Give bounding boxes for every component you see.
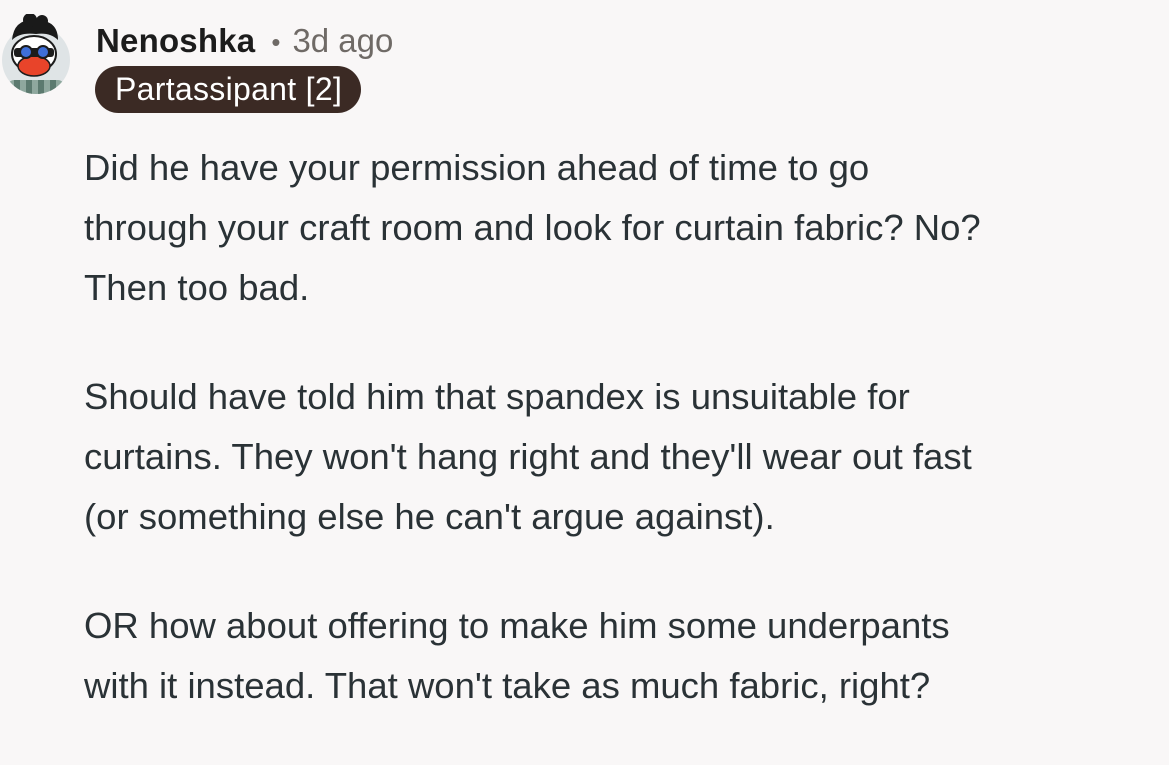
comment-line: curtains. They won't hang right and they… [84, 436, 972, 477]
comment-line: (or something else he can't argue agains… [84, 496, 775, 537]
user-flair-badge: Partassipant [2] [95, 66, 362, 113]
meta-separator: • [271, 26, 281, 57]
user-avatar[interactable] [0, 13, 72, 94]
comment-meta: Nenoshka • 3d ago [96, 20, 393, 62]
comment-line: Should have told him that spandex is uns… [84, 376, 910, 417]
snoo-avatar-icon [2, 13, 70, 94]
comment-paragraph: Should have told him that spandex is uns… [84, 367, 1169, 547]
comment: Nenoshka • 3d ago Partassipant [2] Did h… [0, 0, 1169, 713]
comment-line: through your craft room and look for cur… [84, 207, 981, 248]
comment-body: Did he have your permission ahead of tim… [84, 138, 1169, 765]
comment-timestamp[interactable]: 3d ago [292, 22, 393, 60]
comment-paragraph: OR how about offering to make him some u… [84, 596, 1169, 716]
comment-line: with it instead. That won't take as much… [84, 665, 931, 706]
author-username[interactable]: Nenoshka [96, 22, 255, 60]
comment-line: OR how about offering to make him some u… [84, 605, 950, 646]
comment-line: Then too bad. [84, 267, 310, 308]
comment-line: Did he have your permission ahead of tim… [84, 147, 870, 188]
comment-paragraph: Did he have your permission ahead of tim… [84, 138, 1169, 318]
